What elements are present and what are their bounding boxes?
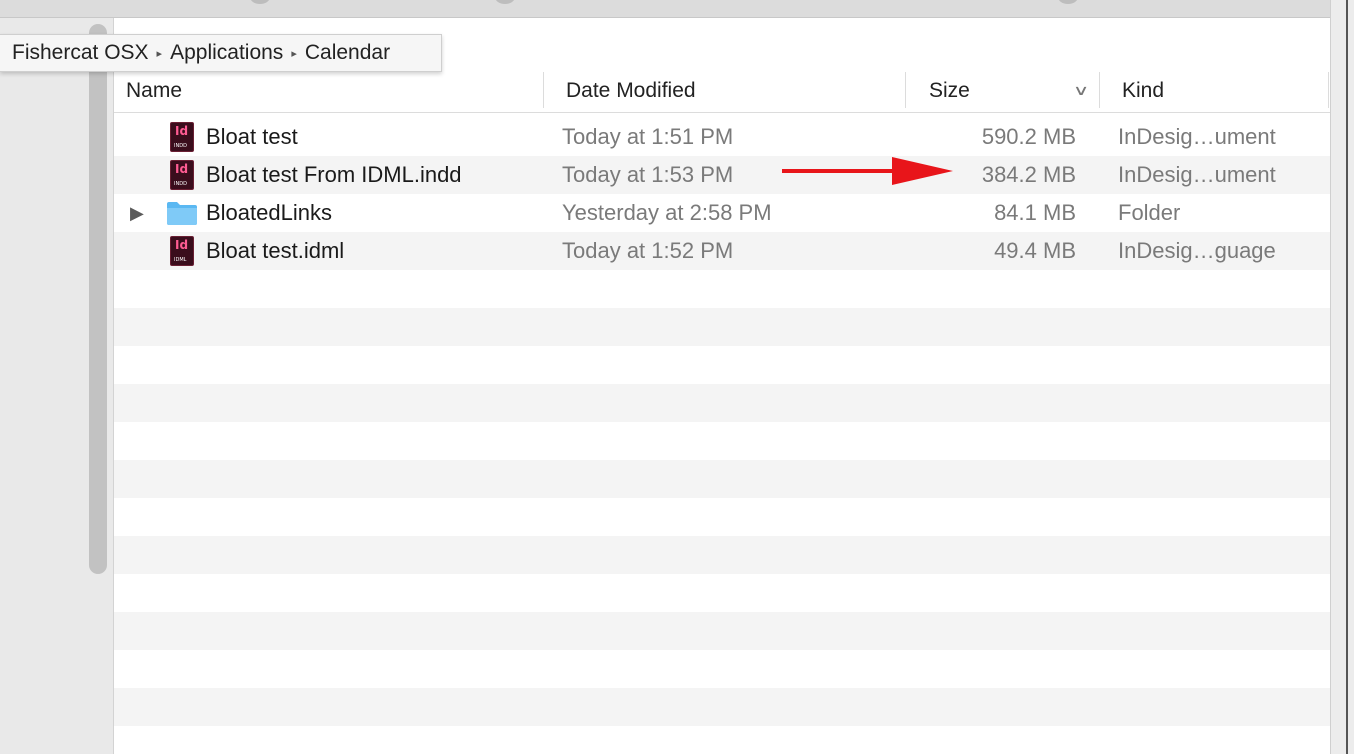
file-row[interactable]: Id INDD Bloat test From IDML.indd Today … [114,156,1330,194]
indesign-markup-icon: Id IDML [170,236,194,266]
folder-row[interactable]: ▶ BloatedLinks Yesterday at 2:58 PM 84.1… [114,194,1330,232]
file-date-modified: Today at 1:52 PM [562,238,734,263]
file-name[interactable]: Bloat test.idml [206,232,344,270]
empty-row [114,460,1330,498]
toolbar-strip [0,0,1330,18]
window-edge [1330,0,1354,754]
empty-row [114,498,1330,536]
column-divider[interactable] [1099,72,1100,108]
empty-row [114,650,1330,688]
disclosure-triangle-icon[interactable]: ▶ [130,203,144,224]
file-date-modified: Yesterday at 2:58 PM [562,200,772,225]
file-date-modified: Today at 1:53 PM [562,162,734,187]
column-header-name[interactable]: Name [126,70,182,112]
file-size: 590.2 MB [981,124,1076,149]
file-name[interactable]: Bloat test [206,118,298,156]
toolbar-button-partial[interactable] [495,0,515,4]
indesign-document-icon: Id INDD [170,122,194,152]
empty-row [114,612,1330,650]
empty-row [114,422,1330,460]
empty-row [114,308,1330,346]
sidebar-scrollbar[interactable] [89,24,107,574]
breadcrumb-item-volume[interactable]: Fishercat OSX [12,41,149,65]
column-header: Name Date Modified Size ∨ Kind [114,70,1330,113]
annotation-arrow-icon [782,157,953,185]
breadcrumb-item-applications[interactable]: Applications [170,41,283,65]
breadcrumb-separator-icon: ▸ [156,47,163,60]
file-row[interactable]: Id IDML Bloat test.idml Today at 1:52 PM… [114,232,1330,270]
column-header-size[interactable]: Size [929,70,970,112]
file-size: 84.1 MB [994,200,1076,225]
empty-row [114,536,1330,574]
sort-descending-chevron-icon[interactable]: ∨ [1073,82,1089,99]
file-list: Id INDD Bloat test Today at 1:51 PM 590.… [114,118,1330,726]
folder-icon [167,202,197,225]
column-divider[interactable] [543,72,544,108]
empty-row [114,688,1330,726]
toolbar-button-partial[interactable] [1058,0,1078,4]
file-name[interactable]: Bloat test From IDML.indd [206,156,462,194]
empty-row [114,270,1330,308]
file-date-modified: Today at 1:51 PM [562,124,734,149]
file-kind: Folder [1118,200,1181,225]
file-kind: InDesig…guage [1118,238,1276,263]
file-row[interactable]: Id INDD Bloat test Today at 1:51 PM 590.… [114,118,1330,156]
breadcrumb-item-calendar[interactable]: Calendar [305,41,390,65]
column-divider[interactable] [905,72,906,108]
indesign-document-icon: Id INDD [170,160,194,190]
empty-row [114,346,1330,384]
window-border [1346,0,1348,754]
path-breadcrumb[interactable]: Fishercat OSX ▸ Applications ▸ Calendar [0,34,442,72]
column-header-kind[interactable]: Kind [1122,70,1164,112]
breadcrumb-separator-icon: ▸ [291,47,297,60]
file-kind: InDesig…ument [1118,124,1276,149]
column-header-date-modified[interactable]: Date Modified [566,70,696,112]
folder-name[interactable]: BloatedLinks [206,194,332,232]
file-kind: InDesig…ument [1118,162,1276,187]
sidebar [0,18,114,754]
empty-row [114,384,1330,422]
column-divider[interactable] [1328,72,1329,108]
file-size: 49.4 MB [994,238,1076,263]
toolbar-button-partial[interactable] [250,0,270,4]
empty-row [114,574,1330,612]
